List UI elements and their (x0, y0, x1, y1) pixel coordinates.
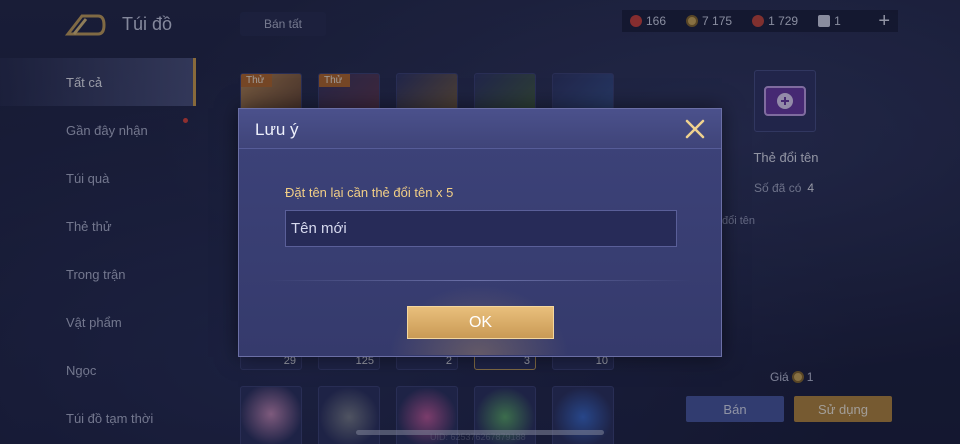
ok-button[interactable]: OK (407, 306, 554, 339)
dialog-header: Lưu ý (239, 109, 721, 149)
rename-dialog: Lưu ý Đặt tên lại cần thẻ đổi tên x 5 OK (238, 108, 722, 357)
new-name-input[interactable] (285, 210, 677, 247)
divider (267, 280, 691, 281)
close-icon[interactable] (683, 117, 707, 141)
dialog-message: Đặt tên lại cần thẻ đổi tên x 5 (285, 185, 454, 200)
dialog-title: Lưu ý (255, 120, 299, 139)
